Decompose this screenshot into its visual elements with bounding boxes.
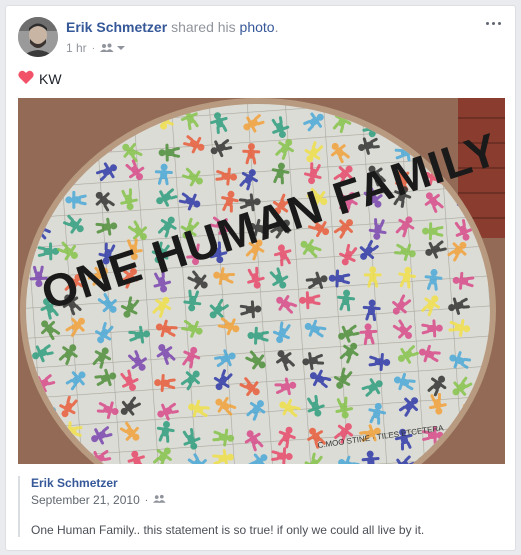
original-caption: One Human Family.. this statement is so … (31, 523, 425, 537)
avatar[interactable] (18, 17, 58, 57)
original-date[interactable]: September 21, 2010 (31, 493, 140, 507)
original-post: Erik Schmetzer September 21, 2010 · One … (18, 476, 505, 537)
timestamp[interactable]: 1 hr (66, 41, 87, 55)
heart-icon (18, 70, 34, 88)
meta-separator: · (91, 42, 96, 54)
post-text: KW (39, 71, 62, 87)
original-author[interactable]: Erik Schmetzer (31, 476, 505, 491)
meta-separator: · (144, 494, 149, 506)
photo-link[interactable]: photo (240, 19, 275, 35)
action-suffix: . (274, 19, 279, 35)
chevron-down-icon[interactable] (117, 45, 126, 51)
action-text: shared his (171, 19, 236, 35)
shared-photo[interactable]: ONE HUMAN FAMILY C.MOO STINE · TILES ETC… (18, 98, 505, 464)
post-header: Erik Schmetzer shared his photo. (66, 19, 278, 35)
post-meta: 1 hr · (66, 41, 126, 55)
author-name[interactable]: Erik Schmetzer (66, 19, 167, 35)
post-card: Erik Schmetzer shared his photo. 1 hr · … (5, 5, 516, 551)
original-meta: September 21, 2010 · (31, 493, 505, 507)
friends-icon (153, 493, 166, 507)
more-options-icon[interactable] (483, 17, 503, 29)
friends-icon[interactable] (100, 43, 114, 53)
post-message: KW (18, 70, 62, 88)
